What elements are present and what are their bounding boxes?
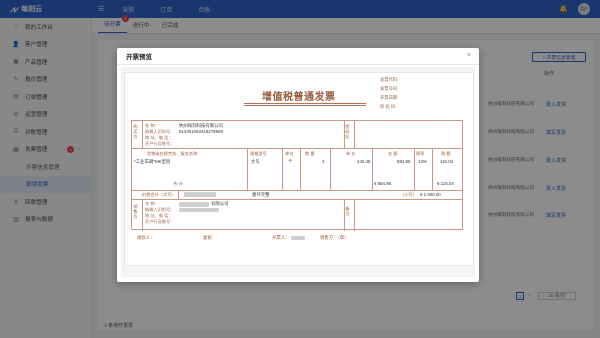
seller-label: 销售方: [133, 204, 138, 220]
buyer-label: 购买方: [133, 124, 138, 140]
divider: [432, 148, 433, 190]
close-icon[interactable]: ×: [467, 52, 471, 59]
drawer-label: 开票人：: [272, 235, 290, 240]
divider: [247, 148, 248, 190]
price-header: 单 价: [346, 151, 356, 156]
item-rate: 13%: [418, 159, 427, 164]
divider: [178, 190, 179, 199]
reviewer-label: 复核：: [203, 235, 217, 240]
qty-header: 数 量: [305, 151, 315, 156]
divider: [282, 148, 283, 190]
invoice-table: [131, 120, 463, 231]
total-amount: ¥ 884.96: [374, 181, 392, 186]
redacted-block: [291, 236, 305, 240]
item-unit: 个: [288, 159, 293, 164]
invoice-title: 增值税普通发票: [262, 92, 336, 103]
divider: [142, 199, 143, 231]
divider: [300, 148, 301, 190]
grand-total-label: 价税合计（大写）: [142, 192, 176, 197]
total-label: 合 计: [173, 181, 183, 186]
grand-total-small: ¥ 1,000.00: [420, 192, 441, 197]
seller-seal-label: 销售方：（章）: [320, 235, 349, 240]
divider: [414, 148, 415, 190]
seller-bank-label: 开户行及账号：: [145, 219, 175, 224]
divider: [354, 121, 355, 148]
redacted-block: [179, 202, 209, 207]
grand-total-words: 壹仟元整: [252, 192, 270, 197]
seller-name-suffix: 有限公司: [211, 201, 229, 206]
item-tax: 115.04: [440, 159, 454, 164]
item-qty: 2: [322, 159, 325, 164]
redacted-block: [184, 192, 216, 197]
item-goods: *工业车辆*MK型别: [134, 159, 171, 164]
item-amount: 884.96: [397, 159, 411, 164]
modal-title: 开票预览: [117, 48, 479, 65]
buyer-tax-id: 91330106341827699X: [179, 129, 224, 134]
divider: [372, 148, 373, 190]
spec-header: 规格型号: [250, 151, 267, 156]
redacted-block: [179, 208, 219, 212]
amount-header: 金 额: [388, 151, 398, 156]
password-area-label: 密码区: [345, 124, 350, 140]
total-tax: ¥ 115.04: [437, 181, 454, 186]
item-spec: 大号: [251, 159, 260, 164]
buyer-bank-label: 开户行及账号：: [145, 141, 175, 146]
unit-header: 单位: [285, 151, 294, 156]
payee-label: 收款人：: [137, 235, 155, 240]
invoice-code-label: 发票代码: [380, 77, 398, 82]
divider: [132, 199, 462, 200]
grand-total-small-label: （小写）: [400, 192, 417, 197]
divider: [142, 121, 143, 148]
invoice-number-label: 发票号码: [380, 86, 398, 91]
divider: [132, 148, 462, 149]
invoice-date-label: 开票日期: [380, 95, 398, 100]
goods-header: 货物或应税劳务、服务名称: [147, 151, 198, 156]
divider: [330, 148, 331, 190]
tax-header: 税 额: [441, 151, 451, 156]
invoice-title-underline: [244, 103, 366, 106]
divider: [132, 190, 462, 191]
invoice-check-code-label: 校 验 码: [380, 104, 396, 109]
rate-header: 税率: [416, 151, 425, 156]
item-price: 442.48: [357, 159, 371, 164]
divider: [354, 199, 355, 231]
remark-label: 备 注: [345, 206, 350, 217]
